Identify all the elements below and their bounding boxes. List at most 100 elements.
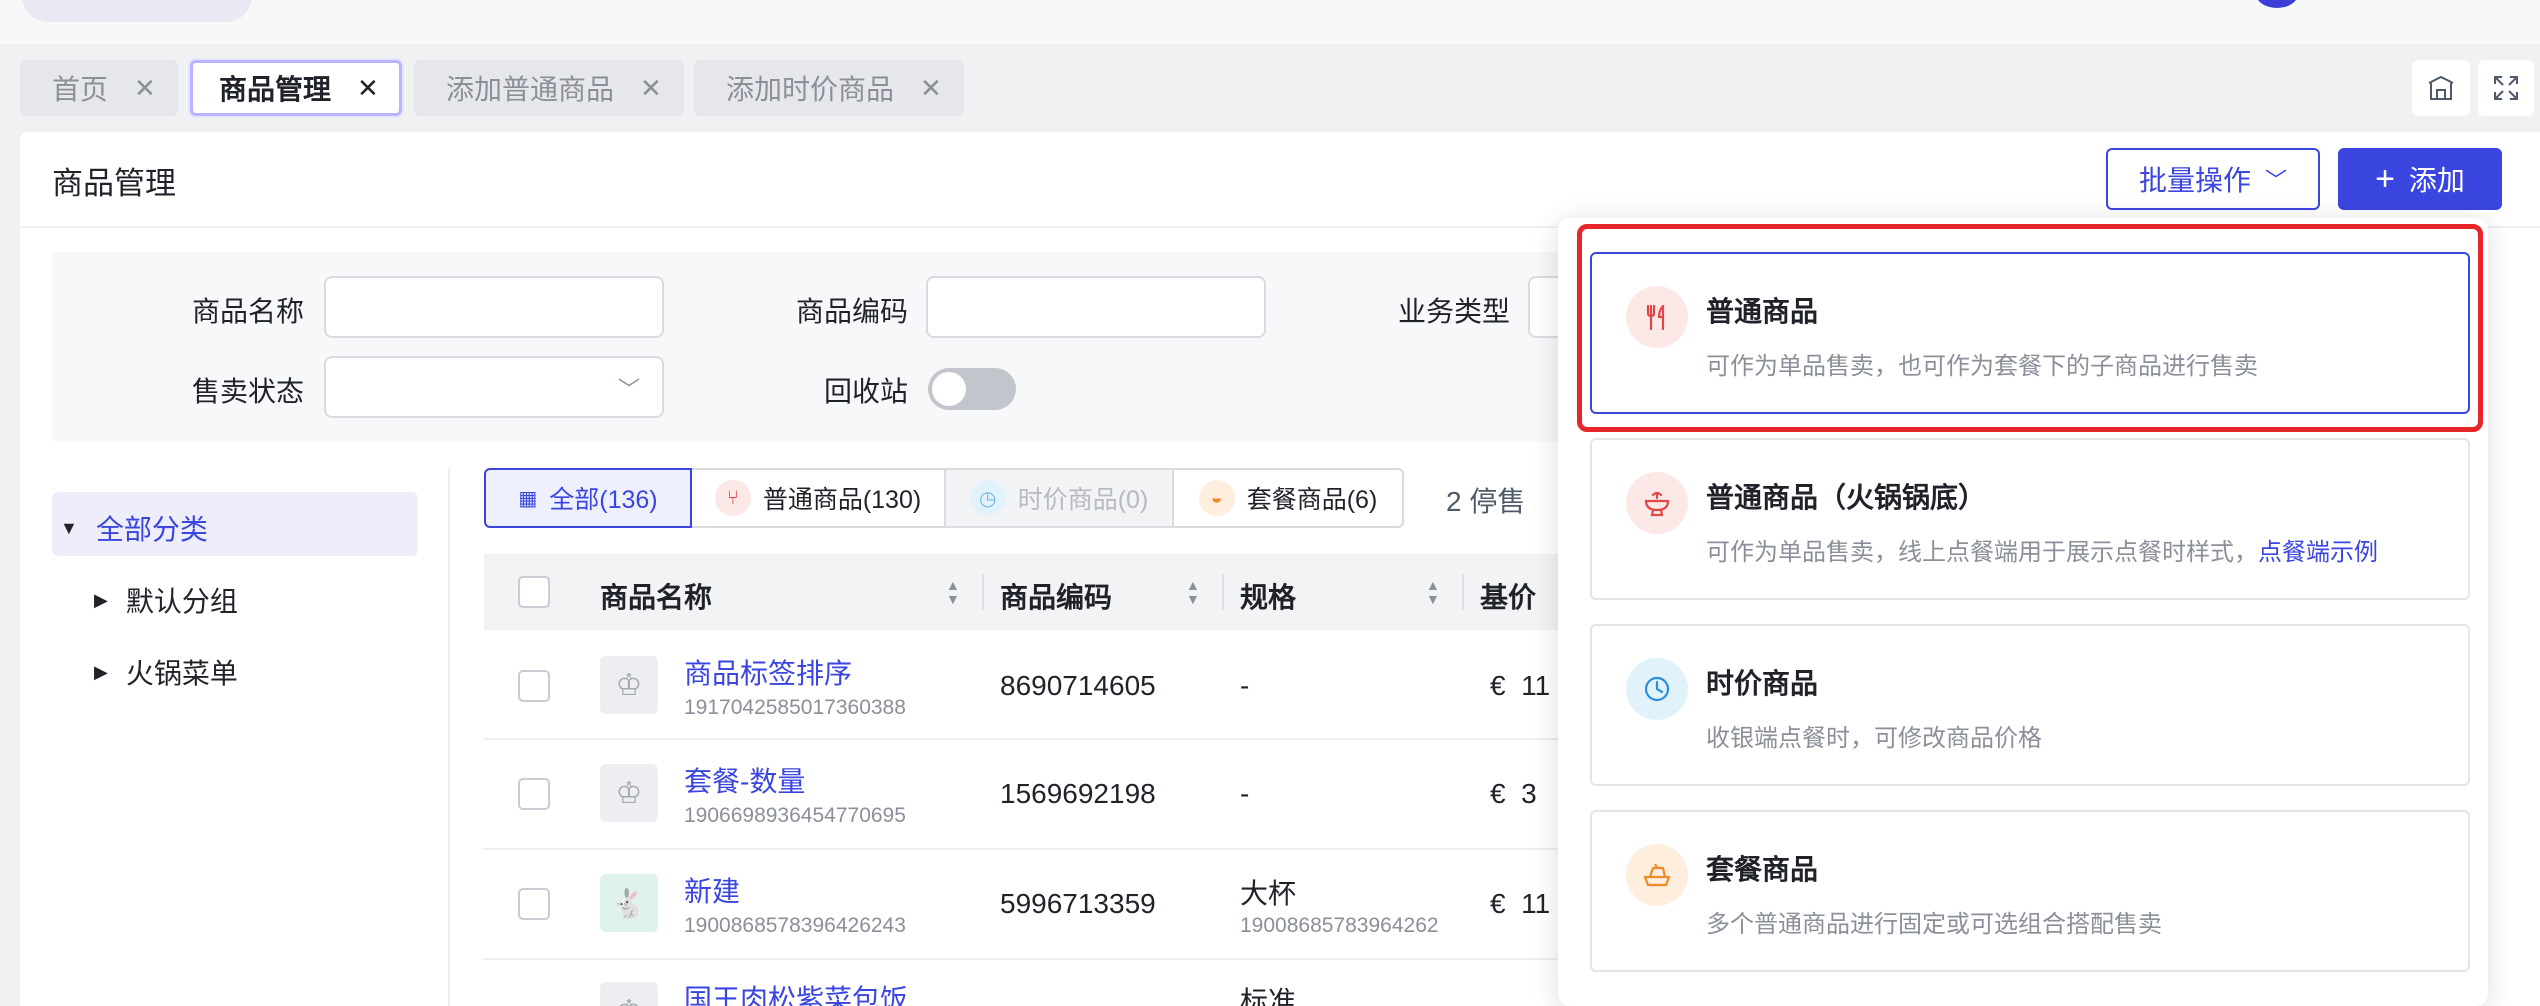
option-title: 时价商品 [1706, 668, 1819, 699]
fullscreen-icon[interactable] [2478, 60, 2534, 116]
product-spec-id: 19008685783964262 [1240, 914, 1439, 937]
product-thumbnail: ♔ [600, 982, 658, 1006]
product-id: 1900868578396426243 [684, 914, 906, 937]
option-combo-product[interactable]: 套餐商品 多个普通商品进行固定或可选组合搭配售卖 [1590, 810, 2470, 972]
chef-hat-icon: ♔ [616, 994, 643, 1006]
add-button[interactable]: + 添加 [2338, 148, 2502, 210]
product-id: 1917042585017360388 [684, 696, 906, 719]
caret-right-icon[interactable]: ▶ [94, 662, 108, 683]
tab-label: 商品管理 [219, 74, 332, 105]
tree-item-all[interactable]: ▼ 全部分类 [60, 508, 208, 548]
option-market-price-product[interactable]: 时价商品 收银端点餐时，可修改商品价格 [1590, 624, 2470, 786]
filter-tab-all[interactable]: ▦ 全部(136) [484, 468, 692, 528]
filter-tab-market-price[interactable]: ◷ 时价商品(0) [944, 468, 1174, 528]
utensils-icon: ⑂ [714, 480, 751, 516]
product-name-link[interactable]: 国王肉松紫菜包饭 [684, 978, 908, 1006]
tab-add-market-price-product[interactable]: 添加时价商品 ✕ [694, 60, 964, 116]
filter-tab-combo[interactable]: ◒ 套餐商品(6) [1172, 468, 1404, 528]
tab-add-normal-product[interactable]: 添加普通商品 ✕ [414, 60, 684, 116]
product-name-label: 商品名称 [191, 296, 304, 327]
business-type-label: 业务类型 [1397, 296, 1510, 327]
recycle-bin-toggle[interactable] [928, 368, 1016, 410]
plus-icon: + [2375, 160, 2395, 198]
row-divider [484, 958, 1584, 960]
tab-label: 添加时价商品 [726, 74, 895, 105]
option-title: 普通商品（火锅锅底） [1706, 482, 1987, 513]
filter-panel [52, 252, 1612, 442]
product-code-label: 商品编码 [795, 296, 908, 327]
product-code-input[interactable] [926, 276, 1266, 338]
caret-right-icon[interactable]: ▶ [94, 590, 108, 611]
product-thumbnail-image: 🐇 [600, 874, 658, 932]
product-code: 8690714605 [1000, 670, 1156, 701]
product-name-link[interactable]: 套餐-数量 [684, 760, 805, 800]
column-divider [1222, 574, 1224, 610]
tree-item-default-group[interactable]: ▶ 默认分组 [94, 580, 238, 620]
chef-hat-icon: ♔ [615, 776, 643, 810]
option-description: 多个普通商品进行固定或可选组合搭配售卖 [1706, 911, 2162, 938]
column-header-name[interactable]: 商品名称 [600, 576, 712, 616]
stop-sale-count: 2 停售 [1446, 486, 1526, 517]
toggle-knob [932, 372, 966, 406]
row-checkbox[interactable] [518, 888, 550, 920]
combo-meal-icon [1626, 844, 1688, 906]
product-base-price: € 11 [1490, 670, 1551, 701]
product-name-link[interactable]: 新建 [684, 870, 740, 910]
product-name-link[interactable]: 商品标签排序 [684, 652, 852, 692]
close-icon[interactable]: ✕ [357, 73, 379, 104]
column-header-spec[interactable]: 规格 [1240, 576, 1296, 616]
tree-item-label: 火锅菜单 [125, 658, 238, 689]
caret-down-icon[interactable]: ▼ [60, 518, 78, 539]
sort-icon[interactable]: ▲ ▼ [1426, 578, 1440, 606]
segment-label: 套餐商品(6) [1246, 486, 1378, 514]
product-spec: - [1240, 670, 1250, 701]
close-icon[interactable]: ✕ [134, 73, 156, 104]
column-header-code[interactable]: 商品编码 [1000, 576, 1112, 616]
tab-home[interactable]: 首页 ✕ [20, 60, 178, 116]
batch-operation-button[interactable]: 批量操作 ﹀ [2106, 148, 2320, 210]
tab-product-management[interactable]: 商品管理 ✕ [190, 60, 402, 116]
header-logo-pill [22, 0, 252, 22]
page-title: 商品管理 [52, 166, 176, 201]
sort-icon[interactable]: ▲ ▼ [1186, 578, 1200, 606]
segment-label: 时价商品(0) [1017, 486, 1149, 514]
option-hotpot-base-product[interactable]: 普通商品（火锅锅底） 可作为单品售卖，线上点餐端用于展示点餐时样式，点餐端示例 [1590, 438, 2470, 600]
filter-tab-normal[interactable]: ⑂ 普通商品(130) [690, 468, 946, 528]
add-label: 添加 [2408, 165, 2465, 196]
tree-item-label: 全部分类 [95, 514, 208, 545]
row-checkbox[interactable] [518, 778, 550, 810]
column-divider [1462, 574, 1464, 610]
tree-item-label: 默认分组 [125, 586, 238, 617]
tree-item-hotpot-menu[interactable]: ▶ 火锅菜单 [94, 652, 238, 692]
store-icon[interactable] [2412, 60, 2470, 116]
close-icon[interactable]: ✕ [640, 73, 662, 104]
user-avatar[interactable] [2256, 0, 2298, 8]
product-base-price: € 3 [1490, 778, 1537, 809]
close-icon[interactable]: ✕ [920, 73, 942, 104]
highlight-box [1577, 224, 2483, 432]
product-thumbnail: ♔ [600, 764, 658, 822]
product-spec: 大杯 [1240, 878, 1297, 909]
sidebar-divider [448, 468, 450, 1006]
ordering-example-link[interactable]: 点餐端示例 [2258, 539, 2378, 566]
column-header-base-price[interactable]: 基价 [1480, 576, 1536, 616]
clock-icon: ◷ [969, 480, 1006, 516]
segment-label: 全部(136) [549, 486, 658, 514]
clock-icon [1626, 658, 1688, 720]
row-checkbox[interactable] [518, 670, 550, 702]
product-name-input[interactable] [324, 276, 664, 338]
product-thumbnail: ♔ [600, 656, 658, 714]
sort-icon[interactable]: ▲ ▼ [946, 578, 960, 606]
product-spec: - [1240, 778, 1250, 809]
row-divider [484, 848, 1584, 850]
sale-status-select[interactable]: ﹀ [324, 356, 664, 418]
row-divider [484, 738, 1584, 740]
option-description-text: 可作为单品售卖，线上点餐端用于展示点餐时样式， [1706, 539, 2258, 566]
grid-icon: ▦ [518, 487, 538, 510]
select-all-checkbox[interactable] [518, 576, 550, 608]
column-divider [982, 574, 984, 610]
rabbit-illustration-icon: 🐇 [611, 887, 647, 919]
sale-status-label: 售卖状态 [191, 376, 304, 407]
segment-label: 普通商品(130) [762, 486, 922, 514]
product-code: 5996713359 [1000, 888, 1156, 919]
